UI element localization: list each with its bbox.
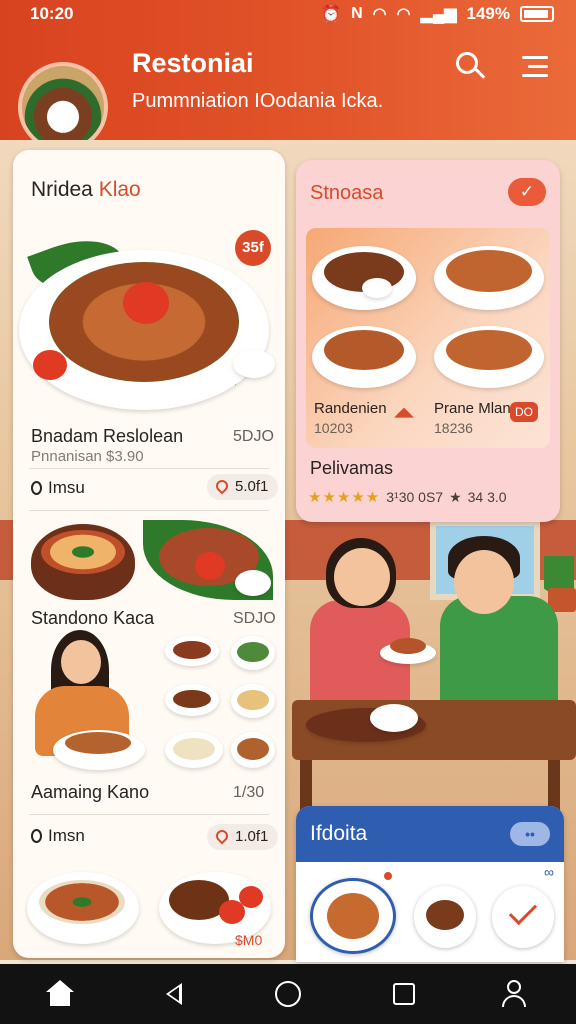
divider xyxy=(29,814,269,815)
alarm-icon: ⏰ xyxy=(321,6,342,23)
item-name[interactable]: Aamaing Kano xyxy=(31,782,149,803)
dish-code: 10203 xyxy=(314,420,353,436)
status-bar: 10:20 ⏰ N ◠ ◠ ▂▄▆ 149% xyxy=(0,0,576,30)
location-label[interactable]: Imsu xyxy=(31,478,85,498)
page-title: Restoniai xyxy=(132,48,254,78)
item-price: 5DJO xyxy=(233,428,274,445)
dish-code: 18236 xyxy=(434,420,473,436)
divider xyxy=(29,510,269,511)
card-header: Ifdoita •• xyxy=(296,806,564,862)
status-icons: ⏰ N ◠ ◠ ▂▄▆ 149% xyxy=(321,4,554,24)
location-label[interactable]: Imsn xyxy=(31,826,85,846)
wifi-icon: ◠ xyxy=(372,6,387,23)
notification-dot xyxy=(382,870,394,882)
favorite-dish-image[interactable] xyxy=(414,886,476,948)
edit-icon[interactable] xyxy=(492,886,554,948)
signal-icon: ▂▄▆ xyxy=(420,6,457,23)
arrow-icon: ◢◣ xyxy=(394,404,414,419)
status-time: 10:20 xyxy=(30,4,74,23)
star-icon: ★ xyxy=(449,488,462,505)
avatar[interactable] xyxy=(18,62,108,152)
dish-badge: DO xyxy=(510,402,538,422)
back-icon[interactable] xyxy=(160,978,192,1010)
dish-name[interactable]: Prane Mlan xyxy=(434,400,511,417)
search-icon[interactable] xyxy=(452,48,488,84)
nfc-icon: N xyxy=(351,5,363,22)
battery-icon xyxy=(520,6,554,22)
item-subtitle: Pnnanisan $3.90 xyxy=(31,448,144,465)
divider xyxy=(29,468,269,469)
section-title: Nridea Klao xyxy=(31,178,141,201)
rating-row: ★★★★★ 3¹30 0S7 ★ 34 3.0 xyxy=(308,488,507,507)
card-title: Stnoasa xyxy=(310,182,384,204)
favorites-card: Ifdoita •• ∞ xyxy=(296,806,564,962)
rating-pill[interactable]: 1.0f1 xyxy=(207,824,279,850)
rating-pill[interactable]: 5.0f1 xyxy=(207,474,279,500)
rating-score: 34 3.0 xyxy=(467,489,507,505)
location-pin-icon xyxy=(31,829,42,843)
favorite-dish-image[interactable] xyxy=(310,878,396,954)
discount-badge: 35f xyxy=(235,230,271,266)
item-price: $M0 xyxy=(235,932,263,948)
link-icon: ∞ xyxy=(544,864,554,880)
item-name[interactable]: Standono Kaca xyxy=(31,608,154,629)
contacts-icon[interactable] xyxy=(498,978,530,1010)
map-pin-icon xyxy=(213,477,231,495)
rating-count: 3¹30 0S7 xyxy=(386,489,444,505)
recents-icon[interactable] xyxy=(388,978,420,1010)
home-icon[interactable] xyxy=(44,978,76,1010)
location-pin-icon xyxy=(31,481,42,495)
specials-card: Stnoasa ✓ Randenien ◢◣ 10203 Prane Mlan … xyxy=(296,160,560,522)
menu-icon[interactable] xyxy=(518,48,554,84)
item-price: SDJO xyxy=(233,610,276,627)
featured-menu-card: Nridea Klao 35f Bnadam Reslolean 5DJO Pn… xyxy=(13,150,285,958)
star-rating-icon: ★★★★★ xyxy=(308,489,381,506)
item-name[interactable]: Bnadam Reslolean xyxy=(31,426,183,447)
item-price: 1/30 xyxy=(233,784,265,801)
app-header: 10:20 ⏰ N ◠ ◠ ▂▄▆ 149% Restoniai Pummnia… xyxy=(0,0,576,152)
more-chip[interactable]: •• xyxy=(510,822,550,846)
wifi-icon: ◠ xyxy=(396,6,411,23)
battery-percent: 149% xyxy=(466,4,510,23)
page-subtitle: Pummniation IOodania Icka. xyxy=(132,90,384,112)
reviews-label[interactable]: Pelivamas xyxy=(310,458,393,479)
map-pin-icon xyxy=(213,827,231,845)
system-nav-bar xyxy=(0,964,576,1024)
card-title: Ifdoita xyxy=(310,822,368,845)
home-circle-icon[interactable] xyxy=(272,978,304,1010)
dish-name[interactable]: Randenien xyxy=(314,400,387,417)
check-icon[interactable]: ✓ xyxy=(508,178,546,206)
